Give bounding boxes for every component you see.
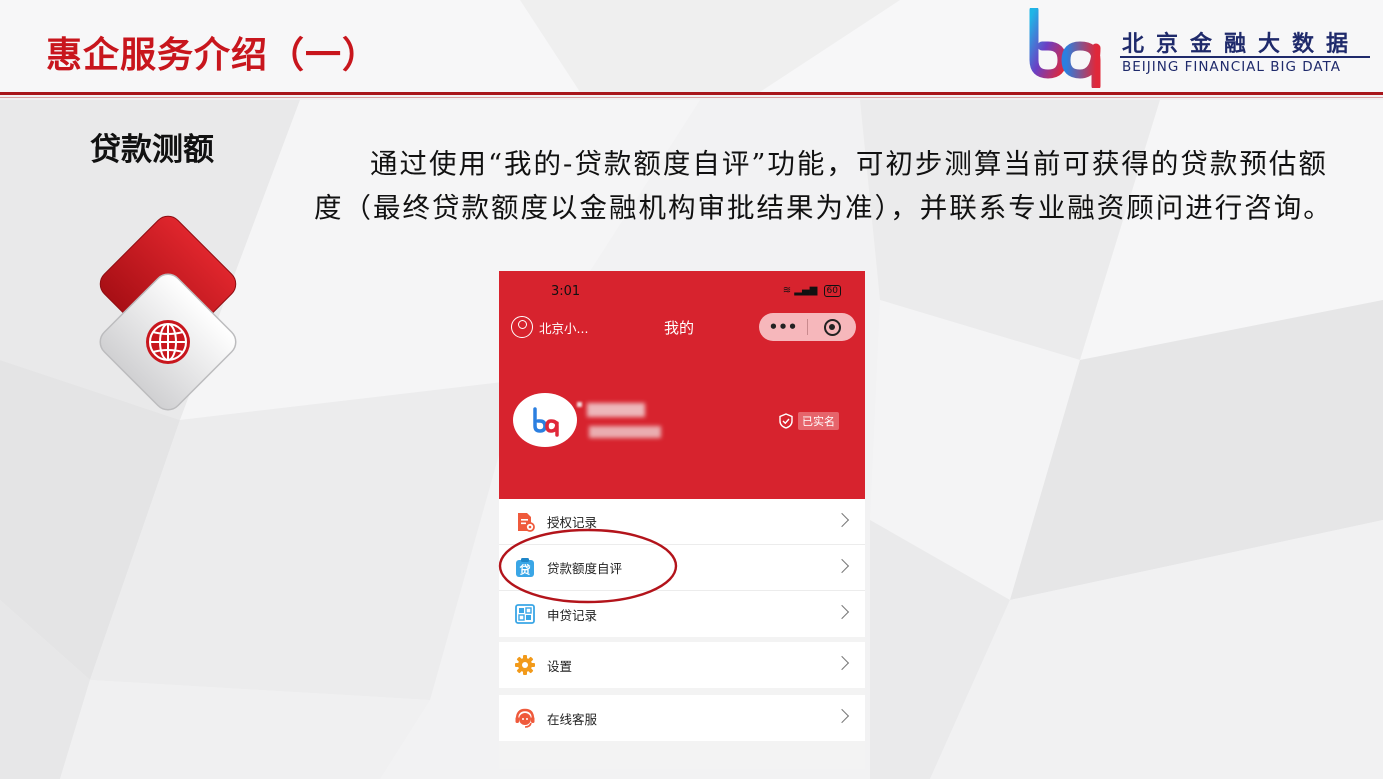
chevron-right-icon xyxy=(834,655,850,671)
nav-user-label: 北京小... xyxy=(539,320,589,336)
wifi-icon: ≋ xyxy=(782,285,792,296)
customer-service-icon xyxy=(514,707,536,729)
bq-avatar-icon xyxy=(533,407,559,437)
verified-label: 已实名 xyxy=(798,412,839,430)
menu-label: 设置 xyxy=(547,658,573,674)
shield-check-icon xyxy=(779,413,793,429)
battery-icon: 60 xyxy=(823,285,841,297)
close-miniprogram-button[interactable] xyxy=(808,318,856,336)
redacted-username xyxy=(587,403,645,417)
avatar[interactable] xyxy=(513,393,577,447)
menu-label: 在线客服 xyxy=(547,711,598,727)
verified-badge: 已实名 xyxy=(779,412,839,430)
slide-title: 惠企服务介绍（一） xyxy=(46,35,380,76)
section-label: 贷款测额 xyxy=(90,132,214,168)
globe-icon xyxy=(99,215,237,411)
menu-item-settings[interactable]: 设置 xyxy=(499,642,865,688)
status-icons: ≋ ▂▄▆ 60 xyxy=(783,285,841,297)
user-icon xyxy=(511,316,533,338)
profile-header: 3:01 ≋ ▂▄▆ 60 北京小... 我的 ••• 已实名 xyxy=(499,271,865,499)
brand-logo: 北京金融大数据 BEIJING FINANCIAL BIG DATA xyxy=(1026,8,1376,88)
target-icon xyxy=(823,318,841,336)
chevron-right-icon xyxy=(834,708,850,724)
logo-name-cn: 北京金融大数据 xyxy=(1122,32,1361,57)
bq-logo-mark xyxy=(1029,8,1101,88)
logo-divider xyxy=(1120,56,1370,58)
more-button[interactable]: ••• xyxy=(759,313,807,341)
chevron-right-icon xyxy=(834,512,850,528)
nav-title: 我的 xyxy=(664,319,695,337)
chevron-right-icon xyxy=(834,604,850,620)
description-text: 通过使用“我的-贷款额度自评”功能，可初步测算当前可获得的贷款预估额度（最终贷款… xyxy=(314,148,1333,224)
status-time: 3:01 xyxy=(551,284,581,299)
gear-icon xyxy=(514,654,536,676)
menu-item-online-support[interactable]: 在线客服 xyxy=(499,695,865,741)
phone-screenshot: 3:01 ≋ ▂▄▆ 60 北京小... 我的 ••• 已实名 授权记录 贷 贷… xyxy=(499,271,865,769)
redacted-mark xyxy=(577,402,582,407)
menu-group-settings: 设置 xyxy=(499,642,865,688)
logo-name-en: BEIJING FINANCIAL BIG DATA xyxy=(1122,59,1341,75)
signal-icon: ▂▄▆ xyxy=(794,285,818,296)
chevron-right-icon xyxy=(834,558,850,574)
miniprogram-capsule: ••• xyxy=(759,313,856,341)
highlight-ring xyxy=(498,528,678,604)
header-rule xyxy=(0,92,1383,95)
redacted-id xyxy=(589,426,661,438)
nav-user[interactable]: 北京小... xyxy=(511,316,588,338)
header-rule-thin xyxy=(0,97,1383,98)
menu-group-support: 在线客服 xyxy=(499,695,865,741)
